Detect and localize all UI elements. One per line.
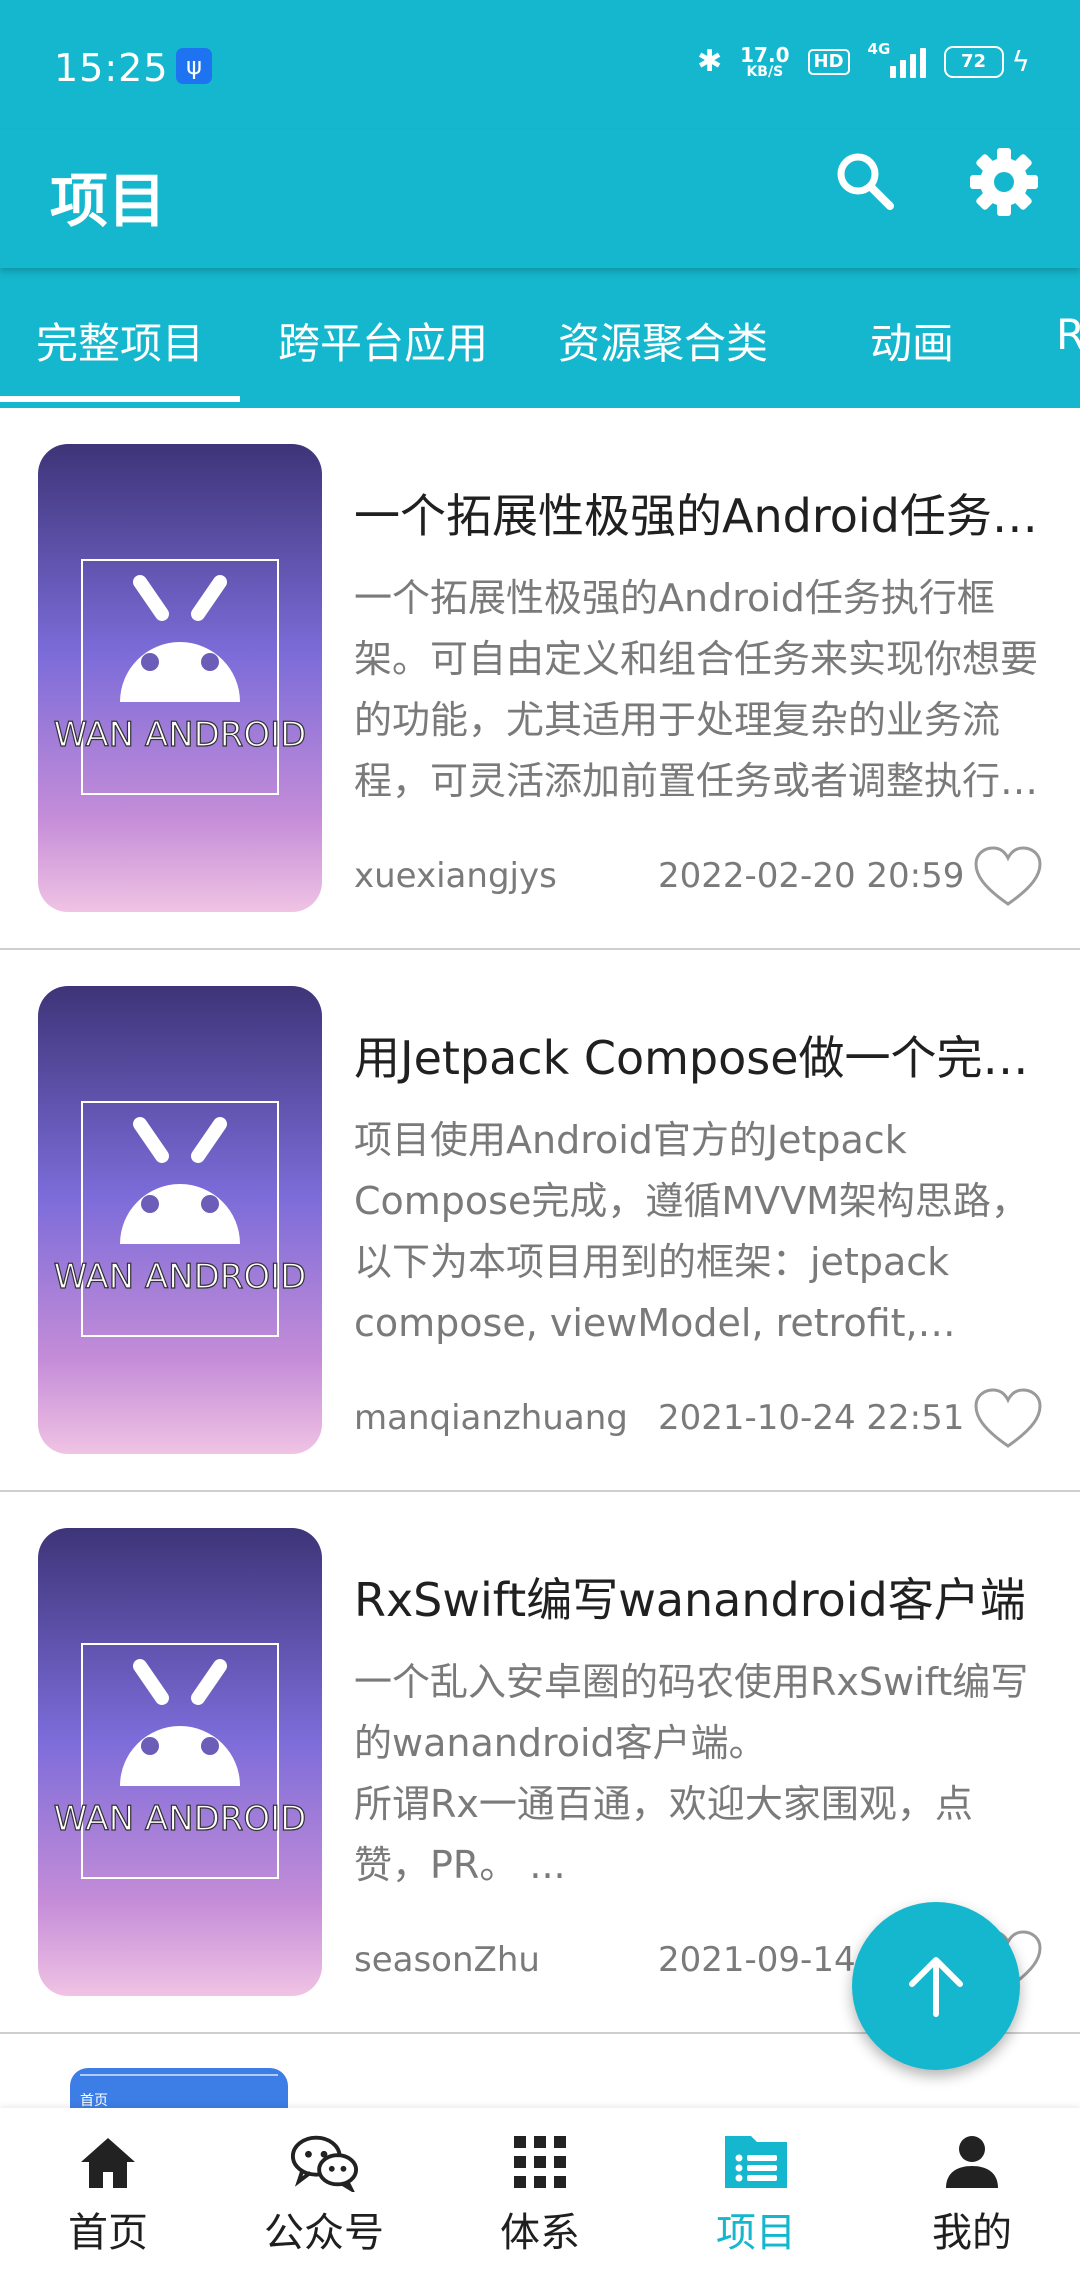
project-title: 用Jetpack Compose做一个完整的项目 xyxy=(354,1031,1044,1085)
nav-label: 公众号 xyxy=(264,2210,384,2256)
project-thumbnail: WAN ANDROID xyxy=(38,986,322,1454)
nav-label: 首页 xyxy=(68,2210,148,2256)
thumb-label: WAN ANDROID xyxy=(54,1799,307,1839)
nav-label: 体系 xyxy=(500,2210,580,2256)
nav-item-home[interactable]: 首页 xyxy=(0,2108,216,2280)
project-author: manqianzhuang xyxy=(354,1398,628,1438)
tab-complete-projects[interactable]: 完整项目 xyxy=(36,310,204,371)
project-thumbnail: WAN ANDROID xyxy=(38,1528,322,1996)
partial-thumb-label: 首页 xyxy=(80,2093,108,2108)
project-author: seasonZhu xyxy=(354,1940,540,1980)
project-date: 2021-10-24 22:51 xyxy=(658,1398,965,1438)
project-title: RxSwift编写wanandroid客户端 xyxy=(354,1573,1026,1627)
charging-icon: ϟ xyxy=(1011,45,1030,78)
thumb-label: WAN ANDROID xyxy=(54,1257,307,1297)
home-icon xyxy=(81,2138,135,2188)
category-tabs: 完整项目 跨平台应用 资源聚合类 动画 R xyxy=(0,268,1080,408)
thumb-label: WAN ANDROID xyxy=(54,715,307,755)
person-icon xyxy=(946,2136,998,2188)
tab-animation[interactable]: 动画 xyxy=(870,310,954,371)
project-desc: 一个拓展性极强的Android任务执行框架。可自由定义和组合任务来实现你想要的功… xyxy=(354,576,1039,803)
favorite-heart-icon[interactable] xyxy=(972,844,1044,910)
wechat-icon xyxy=(290,2135,359,2192)
page-title: 项目 xyxy=(50,167,167,235)
project-thumbnail-partial[interactable]: 首页 xyxy=(70,2068,288,2108)
battery-icon: 72 xyxy=(943,45,1004,78)
nav-label: 我的 xyxy=(932,2210,1012,2256)
bluetooth-icon: ✱ xyxy=(697,44,723,79)
project-author: xuexiangjys xyxy=(354,856,557,896)
project-thumbnail: WAN ANDROID xyxy=(38,444,322,912)
project-title: 一个拓展性极强的Android任务执行框架 xyxy=(354,489,1044,543)
project-card[interactable]: WAN ANDROID 一个拓展性极强的Android任务执行框架 一个拓展性极… xyxy=(0,408,1080,950)
project-date: 2022-02-20 20:59 xyxy=(658,856,965,896)
network-speed: 17.0 KB/S xyxy=(740,42,790,80)
project-desc: 项目使用Android官方的Jetpack Compose完成，遵循MVVM架构… xyxy=(354,1118,1029,1345)
status-bar: 15:25 ψ ✱ 17.0 KB/S HD 4G 72 ϟ xyxy=(0,0,1080,130)
tab-cross-platform[interactable]: 跨平台应用 xyxy=(278,310,488,371)
app-toolbar: 项目 xyxy=(0,130,1080,268)
arrow-up-icon xyxy=(909,1957,963,2017)
project-list: WAN ANDROID 一个拓展性极强的Android任务执行框架 一个拓展性极… xyxy=(0,408,1080,2108)
grid-icon xyxy=(514,2136,566,2188)
settings-gear-icon[interactable] xyxy=(966,144,1042,220)
project-list-icon xyxy=(725,2136,787,2188)
nav-label: 项目 xyxy=(716,2210,796,2256)
nav-item-system[interactable]: 体系 xyxy=(432,2108,648,2280)
nav-item-projects[interactable]: 项目 xyxy=(648,2108,864,2280)
scroll-to-top-button[interactable] xyxy=(852,1902,1020,2070)
tab-r[interactable]: R xyxy=(1056,310,1080,359)
tab-resource-aggregation[interactable]: 资源聚合类 xyxy=(558,310,768,371)
nav-item-mine[interactable]: 我的 xyxy=(864,2108,1080,2280)
status-time: 15:25 xyxy=(54,46,169,90)
signal-icon: 4G xyxy=(868,40,926,78)
tab-indicator xyxy=(0,396,240,402)
project-card[interactable]: WAN ANDROID 用Jetpack Compose做一个完整的项目 项目使… xyxy=(0,950,1080,1492)
favorite-heart-icon[interactable] xyxy=(972,1386,1044,1452)
hd-icon: HD xyxy=(807,48,850,75)
bottom-navigation: 首页 公众号 体系 项目 我的 xyxy=(0,2108,1080,2280)
nav-item-wechat[interactable]: 公众号 xyxy=(216,2108,432,2280)
search-icon[interactable] xyxy=(832,148,896,212)
usb-debug-icon: ψ xyxy=(176,48,212,84)
status-icons: ✱ 17.0 KB/S HD 4G 72 ϟ xyxy=(697,40,1030,80)
project-desc: 一个乱入安卓圈的码农使用RxSwift编写的wanandroid客户端。 所谓R… xyxy=(354,1660,1029,1887)
